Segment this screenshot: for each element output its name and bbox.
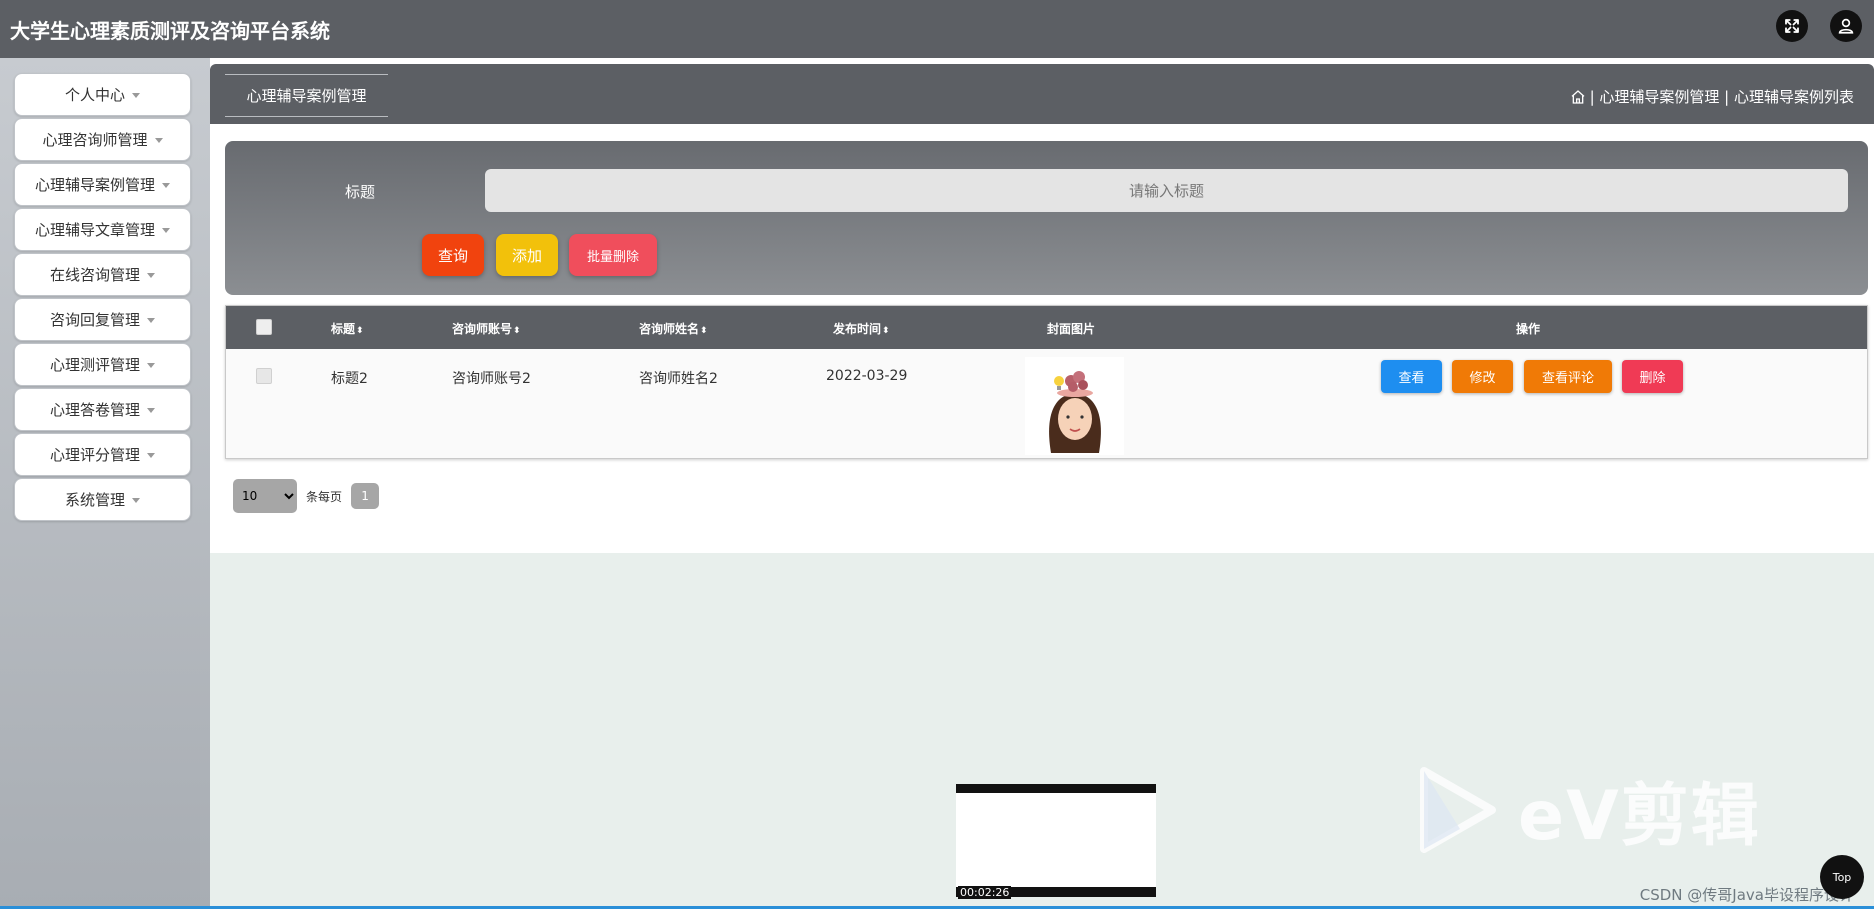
sidebar-item-online-consult[interactable]: 在线咨询管理	[14, 253, 191, 296]
caret-down-icon	[132, 93, 140, 98]
case-table: 标题⬍ 咨询师账号⬍ 咨询师姓名⬍ 发布时间⬍ 封面图片 操作 标题2 咨询师账…	[225, 305, 1868, 459]
add-button[interactable]: 添加	[496, 234, 558, 276]
table-row: 标题2 咨询师账号2 咨询师姓名2 2022-03-29 查看 修改 查看评论 …	[226, 349, 1867, 458]
sort-icon: ⬍	[513, 326, 521, 336]
header-actions	[1776, 10, 1862, 42]
column-header-date[interactable]: 发布时间⬍	[833, 320, 890, 337]
column-header-name[interactable]: 咨询师姓名⬍	[639, 320, 708, 337]
title-search-input[interactable]	[485, 169, 1848, 212]
ev-logo-text: eV剪辑	[1518, 777, 1761, 856]
breadcrumb-path[interactable]: | 心理辅导案例管理 | 心理辅导案例列表	[1590, 86, 1854, 107]
sidebar-item-counselor-management[interactable]: 心理咨询师管理	[14, 118, 191, 161]
sidebar-item-score-management[interactable]: 心理评分管理	[14, 433, 191, 476]
view-button[interactable]: 查看	[1381, 360, 1442, 393]
sort-icon: ⬍	[700, 326, 708, 336]
sidebar-item-system-management[interactable]: 系统管理	[14, 478, 191, 521]
sidebar-item-personal-center[interactable]: 个人中心	[14, 73, 191, 116]
table-header: 标题⬍ 咨询师账号⬍ 咨询师姓名⬍ 发布时间⬍ 封面图片 操作	[226, 306, 1867, 349]
sidebar-item-label: 个人中心	[64, 86, 125, 104]
caret-down-icon	[147, 408, 155, 413]
cell-date: 2022-03-29	[826, 368, 908, 384]
column-header-title[interactable]: 标题⬍	[331, 320, 364, 337]
view-comments-button[interactable]: 查看评论	[1524, 360, 1612, 393]
sort-icon: ⬍	[882, 326, 890, 336]
title-search-label: 标题	[345, 183, 376, 201]
user-icon[interactable]	[1830, 10, 1862, 42]
caret-down-icon	[162, 183, 170, 188]
sidebar-item-label: 心理辅导案例管理	[34, 176, 155, 194]
sidebar-item-label: 在线咨询管理	[49, 266, 140, 284]
sidebar-item-label: 心理辅导文章管理	[34, 221, 155, 239]
cell-account: 咨询师账号2	[452, 371, 531, 387]
video-preview-frame: 00:02:26	[956, 793, 1156, 899]
play-icon	[1420, 766, 1496, 853]
delete-button[interactable]: 删除	[1622, 360, 1683, 393]
caret-down-icon	[147, 273, 155, 278]
sidebar-item-label: 咨询回复管理	[49, 311, 140, 329]
sidebar-item-answer-sheet-management[interactable]: 心理答卷管理	[14, 388, 191, 431]
page-size-label: 条每页	[306, 489, 343, 504]
sidebar-item-case-management[interactable]: 心理辅导案例管理	[14, 163, 191, 206]
page-number-button[interactable]: 1	[351, 483, 380, 509]
column-header-actions: 操作	[1516, 322, 1541, 336]
caret-down-icon	[154, 138, 163, 143]
sidebar-item-assessment-management[interactable]: 心理测评管理	[14, 343, 191, 386]
sidebar-item-label: 心理评分管理	[49, 446, 140, 464]
column-header-account[interactable]: 咨询师账号⬍	[452, 320, 521, 337]
caret-down-icon	[162, 228, 170, 233]
search-panel: 标题 查询 添加 批量删除	[225, 141, 1868, 295]
page-title: 心理辅导案例管理	[225, 74, 388, 117]
page-size-select[interactable]: 10	[233, 479, 297, 513]
checkbox-icon	[256, 319, 272, 335]
caret-down-icon	[147, 453, 155, 458]
sidebar: 个人中心 心理咨询师管理 心理辅导案例管理 心理辅导文章管理 在线咨询管理 咨询…	[0, 58, 210, 909]
video-timestamp: 00:02:26	[958, 886, 1012, 899]
content-area: 心理辅导案例管理 | 心理辅导案例管理 | 心理辅导案例列表 标题 查询 添加 …	[210, 58, 1874, 553]
cover-image	[1025, 357, 1124, 455]
home-icon[interactable]	[1570, 89, 1586, 105]
caret-down-icon	[147, 318, 155, 323]
caret-down-icon	[147, 363, 155, 368]
sidebar-item-reply-management[interactable]: 咨询回复管理	[14, 298, 191, 341]
row-checkbox[interactable]	[256, 368, 272, 384]
video-preview: 00:02:26	[956, 784, 1156, 899]
cell-title: 标题2	[331, 371, 368, 387]
top-header: 大学生心理素质测评及咨询平台系统	[0, 0, 1874, 58]
query-button[interactable]: 查询	[422, 234, 484, 276]
page-header-bar: 心理辅导案例管理 | 心理辅导案例管理 | 心理辅导案例列表	[210, 64, 1874, 124]
breadcrumb: | 心理辅导案例管理 | 心理辅导案例列表	[1570, 86, 1854, 107]
ev-watermark: eV剪辑	[1420, 760, 1761, 859]
caret-down-icon	[132, 498, 140, 503]
sidebar-item-label: 系统管理	[64, 491, 125, 509]
fullscreen-icon[interactable]	[1776, 10, 1808, 42]
cell-name: 咨询师姓名2	[639, 371, 718, 387]
edit-button[interactable]: 修改	[1452, 360, 1513, 393]
sidebar-item-label: 心理测评管理	[49, 356, 140, 374]
back-to-top-button[interactable]: Top	[1820, 855, 1864, 899]
sidebar-item-article-management[interactable]: 心理辅导文章管理	[14, 208, 191, 251]
sort-icon: ⬍	[356, 326, 364, 336]
column-header-cover: 封面图片	[1047, 322, 1096, 336]
batch-delete-button[interactable]: 批量删除	[569, 234, 657, 276]
sidebar-item-label: 心理答卷管理	[49, 401, 140, 419]
app-title: 大学生心理素质测评及咨询平台系统	[10, 18, 330, 43]
sidebar-item-label: 心理咨询师管理	[42, 131, 148, 149]
select-all-checkbox[interactable]	[256, 319, 272, 338]
pagination: 10 条每页 1	[233, 479, 380, 513]
